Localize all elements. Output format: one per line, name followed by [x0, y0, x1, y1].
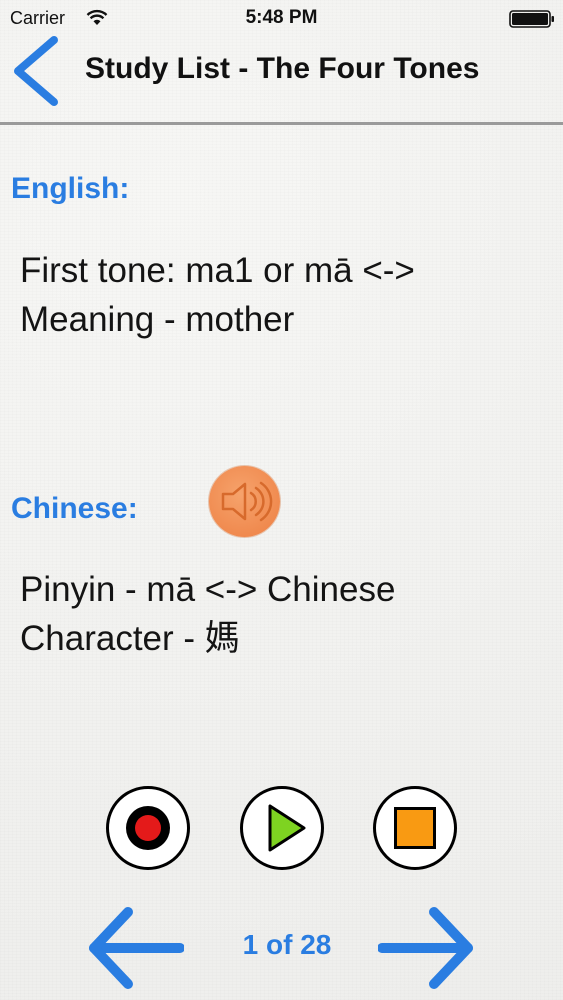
back-button[interactable]	[6, 34, 68, 108]
chinese-line: Character - 媽	[20, 619, 240, 658]
chevron-left-icon	[14, 36, 58, 106]
english-line: First tone: ma1 or mā <->	[20, 251, 415, 290]
page-title: Study List - The Four Tones	[85, 52, 480, 85]
arrow-right-icon	[377, 907, 473, 989]
previous-button[interactable]	[84, 904, 185, 992]
english-text: First tone: ma1 or mā <-> Meaning - moth…	[20, 246, 550, 344]
page-indicator: 1 of 28	[242, 929, 332, 960]
chinese-line: Pinyin - mā <-> Chinese	[20, 570, 396, 609]
battery-icon	[509, 10, 555, 33]
play-icon	[268, 804, 306, 852]
english-line: Meaning - mother	[20, 300, 295, 339]
status-bar: Carrier 5:48 PM	[0, 0, 563, 36]
speaker-icon	[221, 481, 273, 522]
english-label: English:	[11, 172, 130, 205]
speaker-button[interactable]	[209, 466, 280, 537]
chinese-label: Chinese:	[11, 492, 138, 525]
stop-icon	[394, 807, 436, 849]
arrow-left-icon	[89, 907, 185, 989]
chinese-text: Pinyin - mā <-> Chinese Character - 媽	[20, 565, 550, 663]
nav-divider	[0, 122, 563, 125]
stop-button[interactable]	[373, 786, 457, 870]
status-time: 5:48 PM	[245, 7, 318, 28]
next-button[interactable]	[377, 904, 478, 992]
record-icon	[126, 806, 170, 850]
play-button[interactable]	[240, 786, 324, 870]
record-button[interactable]	[106, 786, 190, 870]
